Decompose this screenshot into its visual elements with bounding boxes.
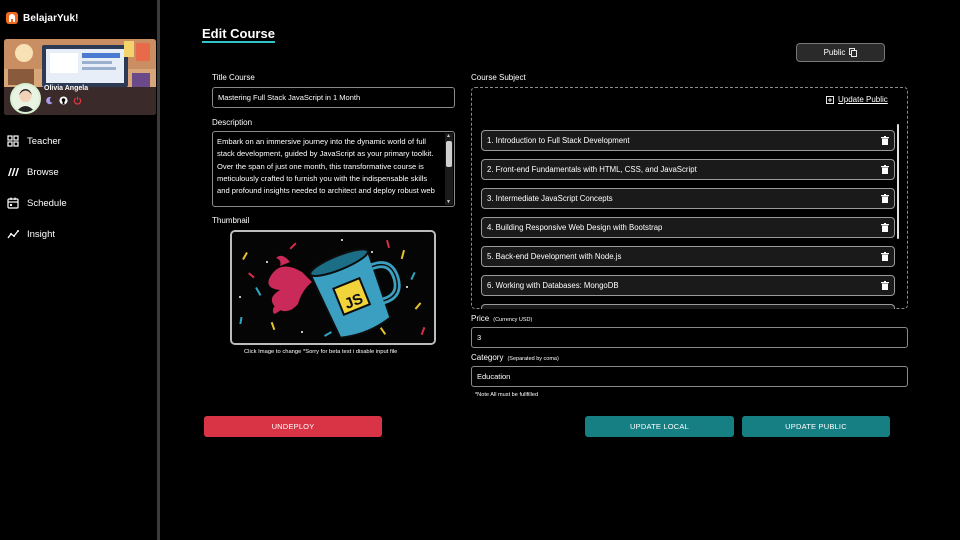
sidebar-item-schedule[interactable]: Schedule <box>7 192 152 214</box>
subject-item[interactable]: 6. Working with Databases: MongoDB <box>481 275 895 296</box>
thumbnail-label: Thumbnail <box>212 216 250 225</box>
page-title: Edit Course <box>202 26 275 41</box>
trash-icon[interactable] <box>881 223 889 232</box>
sidebar: BelajarYuk! Olivia Angela Teacher Browse… <box>0 0 160 540</box>
sidebar-item-browse[interactable]: Browse <box>7 161 152 183</box>
trash-icon[interactable] <box>881 281 889 290</box>
title-course-input[interactable]: Mastering Full Stack JavaScript in 1 Mon… <box>212 87 455 108</box>
trash-icon[interactable] <box>881 194 889 203</box>
update-public-button[interactable]: UPDATE PUBLIC <box>742 416 890 437</box>
price-hint: (Currency USD) <box>493 317 533 323</box>
sidebar-item-label: Browse <box>27 166 59 178</box>
update-public-link-label: Update Public <box>838 95 888 104</box>
profile-actions <box>45 96 82 105</box>
undeploy-button[interactable]: UNDEPLOY <box>204 416 382 437</box>
github-icon[interactable] <box>59 96 68 105</box>
power-icon[interactable] <box>73 96 82 105</box>
profile-name: Olivia Angela <box>44 85 89 92</box>
public-button-label: Public <box>823 48 846 57</box>
subject-item-label: 4. Building Responsive Web Design with B… <box>487 223 663 232</box>
thumbnail-image[interactable]: JS <box>230 230 436 345</box>
subject-item-partial <box>481 304 895 309</box>
chart-line-icon <box>7 230 19 239</box>
brand-name: BelajarYuk! <box>23 12 79 24</box>
subject-item-label: 6. Working with Databases: MongoDB <box>487 281 619 290</box>
subject-item[interactable]: 5. Back-end Development with Node.js <box>481 246 895 267</box>
avatar-image <box>16 89 35 112</box>
update-public-link[interactable]: Update Public <box>826 95 888 104</box>
scrollbar-thumb[interactable] <box>446 141 452 167</box>
scroll-down-icon[interactable]: ▼ <box>446 199 451 205</box>
price-label-text: Price <box>471 314 490 323</box>
browse-icon <box>8 168 19 176</box>
trash-icon[interactable] <box>881 136 889 145</box>
price-input[interactable]: 3 <box>471 327 908 348</box>
scroll-up-icon[interactable]: ▲ <box>446 133 451 139</box>
trash-icon[interactable] <box>881 252 889 261</box>
grid-icon <box>7 135 19 147</box>
avatar[interactable] <box>10 83 41 114</box>
sidebar-item-label: Schedule <box>27 197 67 209</box>
brand-logo-icon <box>6 12 18 24</box>
sidebar-item-teacher[interactable]: Teacher <box>7 130 152 152</box>
brand[interactable]: BelajarYuk! <box>5 11 79 25</box>
sidebar-item-insight[interactable]: Insight <box>7 223 152 245</box>
subject-item-label: 1. Introduction to Full Stack Developmen… <box>487 136 630 145</box>
sidebar-item-label: Insight <box>27 228 55 240</box>
js-mug-illustration: JS <box>232 232 434 343</box>
category-label-text: Category <box>471 353 504 362</box>
subject-item[interactable]: 2. Front-end Fundamentals with HTML, CSS… <box>481 159 895 180</box>
subject-item[interactable]: 1. Introduction to Full Stack Developmen… <box>481 130 895 151</box>
title-course-label: Title Course <box>212 73 255 82</box>
moon-icon[interactable] <box>45 96 54 105</box>
description-textarea[interactable]: Embark on an immersive journey into the … <box>212 131 455 207</box>
public-button[interactable]: Public <box>796 43 885 62</box>
description-text: Embark on an immersive journey into the … <box>217 137 435 196</box>
required-note: *Note All must be fullfilled <box>475 392 539 398</box>
description-scrollbar[interactable]: ▲ ▼ <box>445 133 453 205</box>
price-label: Price (Currency USD) <box>471 314 532 323</box>
add-square-icon <box>826 95 834 104</box>
category-label: Category (Separated by coma) <box>471 353 559 362</box>
trash-icon[interactable] <box>881 165 889 174</box>
course-subject-label: Course Subject <box>471 73 526 82</box>
category-hint: (Separated by coma) <box>507 356 559 362</box>
description-label: Description <box>212 118 253 127</box>
subject-item-label: 5. Back-end Development with Node.js <box>487 252 622 261</box>
calendar-icon <box>7 197 19 209</box>
subject-item[interactable]: 3. Intermediate JavaScript Concepts <box>481 188 895 209</box>
subject-item[interactable]: 4. Building Responsive Web Design with B… <box>481 217 895 238</box>
sidebar-item-label: Teacher <box>27 135 61 147</box>
subject-item-label: 2. Front-end Fundamentals with HTML, CSS… <box>487 165 697 174</box>
category-input[interactable]: Education <box>471 366 908 387</box>
update-local-button[interactable]: UPDATE LOCAL <box>585 416 734 437</box>
thumbnail-caption: Click Image to change *Sorry for beta te… <box>244 349 398 355</box>
subject-scrollbar[interactable] <box>897 124 899 239</box>
copy-icon <box>849 48 858 57</box>
subject-item-label: 3. Intermediate JavaScript Concepts <box>487 194 613 203</box>
